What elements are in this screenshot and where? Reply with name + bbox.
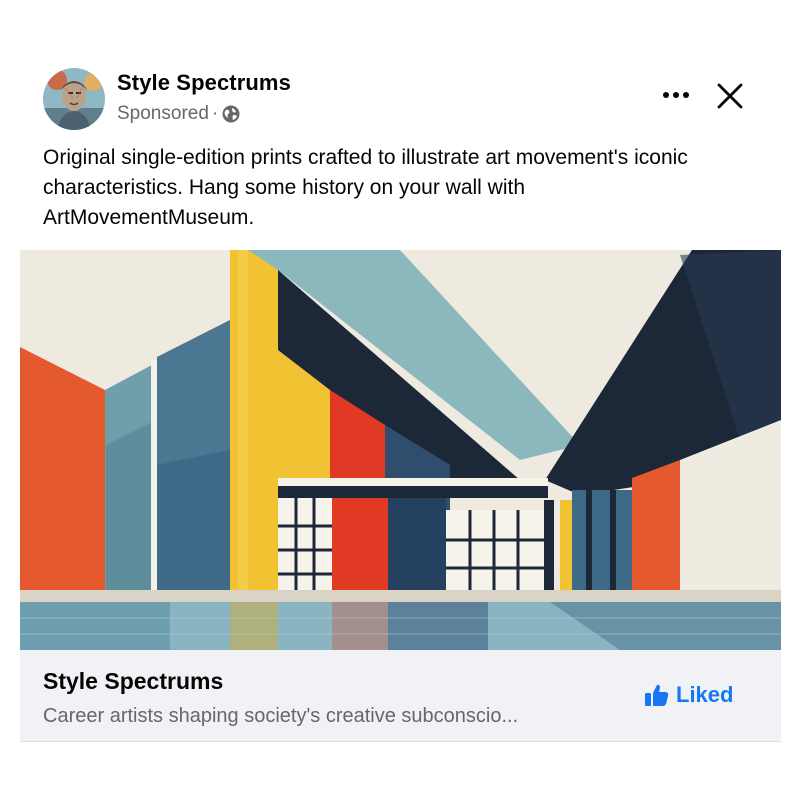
more-options-button[interactable] bbox=[656, 80, 696, 110]
more-options-icon bbox=[663, 92, 689, 98]
sponsored-post: Style Spectrums Sponsored · Original sin… bbox=[0, 0, 800, 800]
liked-button[interactable]: Liked bbox=[644, 680, 733, 710]
page-name-link[interactable]: Style Spectrums bbox=[117, 70, 291, 96]
sponsored-label[interactable]: Sponsored bbox=[117, 103, 209, 125]
preview-title[interactable]: Style Spectrums bbox=[43, 668, 223, 695]
preview-description: Career artists shaping society's creativ… bbox=[43, 705, 519, 727]
post-meta: Sponsored · bbox=[117, 101, 240, 127]
meta-separator: · bbox=[211, 103, 219, 124]
post-text-line: Original single-edition prints crafted t… bbox=[43, 146, 688, 169]
post-body-text: Original single-edition prints crafted t… bbox=[43, 143, 773, 233]
thumbs-up-icon bbox=[644, 682, 670, 708]
liked-label: Liked bbox=[676, 682, 734, 707]
page-avatar[interactable] bbox=[43, 68, 105, 130]
ad-artwork-image[interactable] bbox=[20, 250, 781, 650]
avatar-portrait-image bbox=[43, 68, 105, 130]
post-text-line: characteristics. Hang some history on yo… bbox=[43, 176, 526, 199]
globe-icon bbox=[222, 105, 240, 123]
link-preview-card[interactable]: Style Spectrums Career artists shaping s… bbox=[20, 650, 781, 742]
modernist-building-illustration bbox=[20, 250, 781, 650]
close-button[interactable] bbox=[708, 76, 752, 116]
close-icon bbox=[717, 83, 743, 109]
post-text-line: ArtMovementMuseum. bbox=[43, 206, 255, 229]
